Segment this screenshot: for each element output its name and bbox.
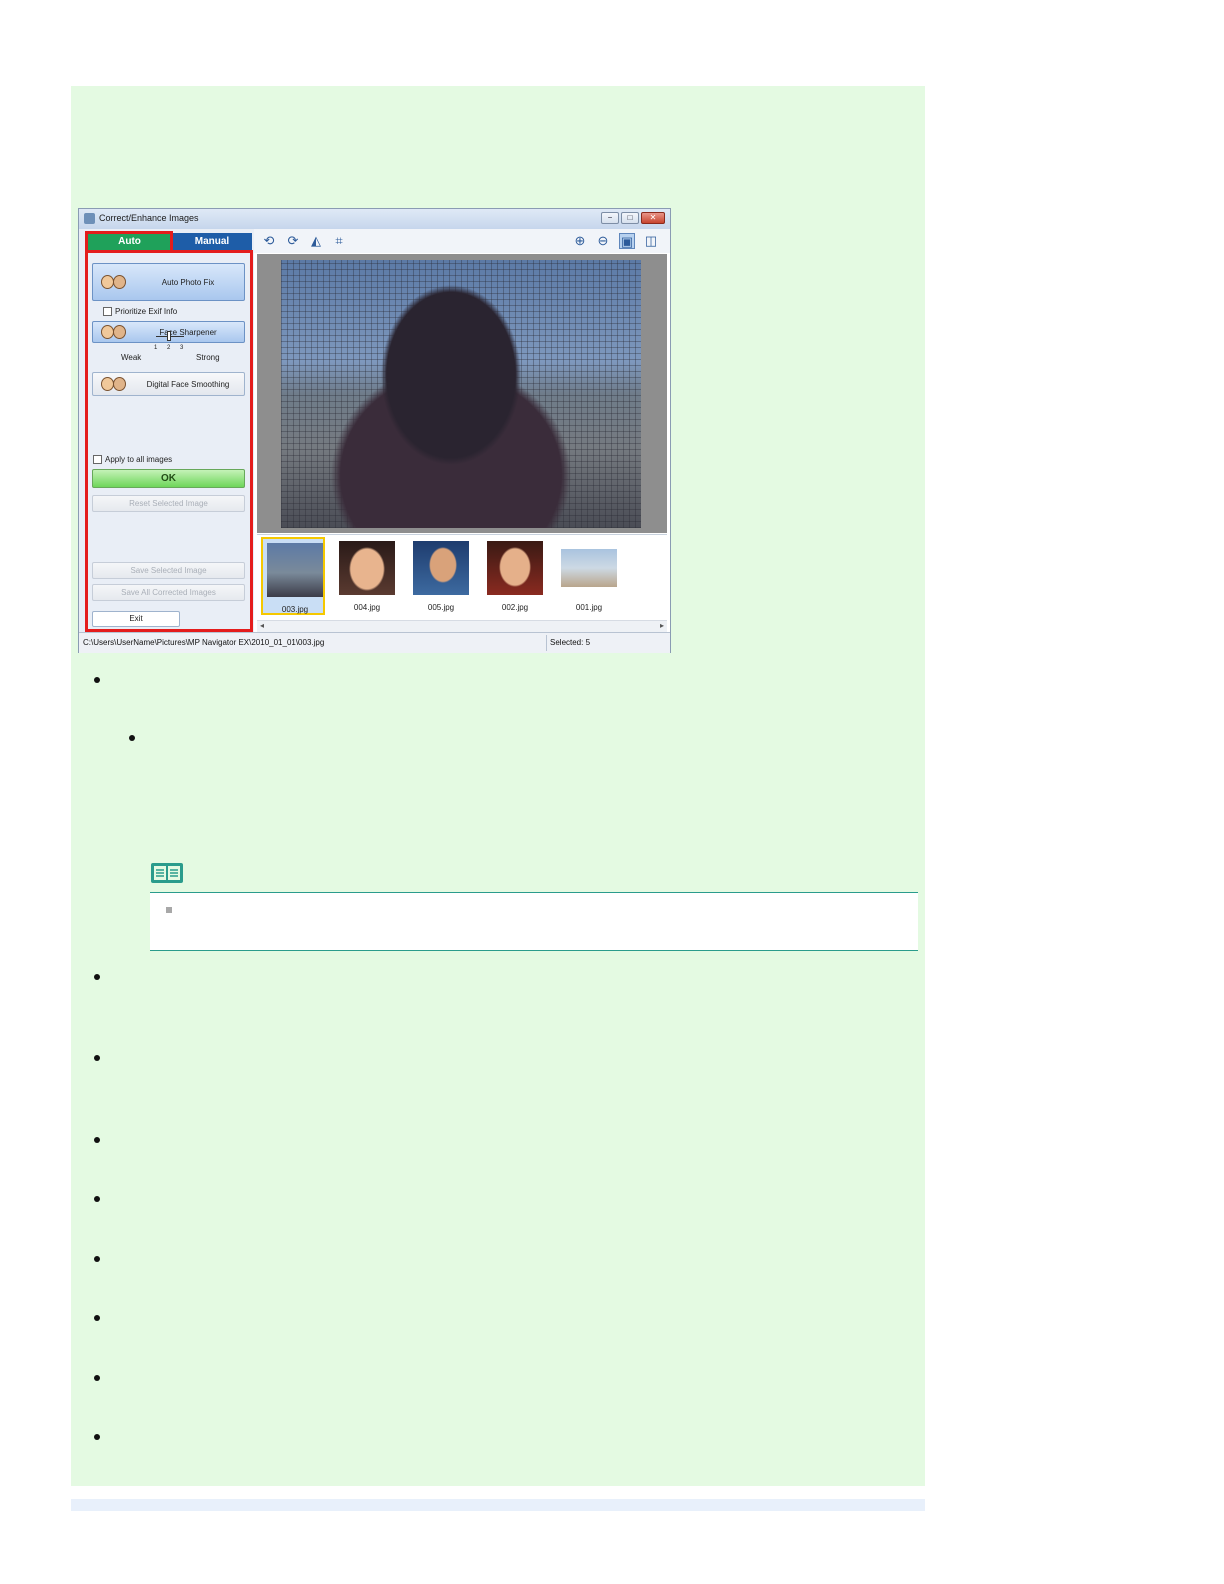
auto-photo-fix-icon <box>99 272 129 292</box>
face-sharpener-label: Face Sharpener <box>159 328 217 337</box>
face-sharpener-icon <box>99 322 129 342</box>
list-bullet <box>94 1137 100 1143</box>
thumbnail-caption: 004.jpg <box>353 603 381 612</box>
highlight-frame-tab <box>85 231 173 250</box>
flip-icon[interactable]: ◭ <box>308 233 324 249</box>
prioritize-exif-checkbox[interactable] <box>103 307 112 316</box>
note-divider-bottom <box>150 950 918 951</box>
list-bullet <box>94 677 100 683</box>
footer-band <box>71 1499 925 1511</box>
correction-panel: Auto Manual Auto Photo Fix Prioritize Ex… <box>79 229 254 632</box>
minimize-button[interactable]: − <box>601 212 619 224</box>
maximize-button[interactable]: □ <box>621 212 639 224</box>
list-bullet <box>94 1315 100 1321</box>
digital-face-smoothing-icon <box>99 374 129 394</box>
auto-photo-fix-button[interactable]: Auto Photo Fix <box>92 263 245 301</box>
slider-weak-label: Weak <box>121 353 142 362</box>
reset-selected-image-button[interactable]: Reset Selected Image <box>92 495 245 512</box>
list-bullet <box>94 974 100 980</box>
rotate-left-icon[interactable]: ⟲ <box>261 233 277 249</box>
apply-all-label: Apply to all images <box>105 455 173 464</box>
strength-slider-thumb[interactable] <box>167 331 171 341</box>
thumbnail-image <box>413 541 469 595</box>
compare-view-icon[interactable]: ◫ <box>643 233 659 249</box>
slider-tick-2: 2 <box>167 345 171 351</box>
preview-image <box>281 260 641 528</box>
list-bullet <box>94 1055 100 1061</box>
thumbnail-caption: 001.jpg <box>575 603 603 612</box>
slider-tick-3: 3 <box>180 345 184 351</box>
close-button[interactable]: ✕ <box>641 212 665 224</box>
whole-image-view-icon[interactable]: ▣ <box>619 233 635 249</box>
thumbnail-item[interactable]: 002.jpg <box>483 537 547 615</box>
ok-button[interactable]: OK <box>92 469 245 488</box>
status-bar: C:\Users\UserName\Pictures\MP Navigator … <box>79 632 670 653</box>
note-list-marker <box>166 907 172 913</box>
list-bullet <box>94 1434 100 1440</box>
note-book-icon <box>151 863 183 883</box>
slider-strong-label: Strong <box>196 353 220 362</box>
slider-tick-1: 1 <box>154 345 158 351</box>
correct-enhance-window: Correct/Enhance Images − □ ✕ Auto Manual… <box>78 208 671 653</box>
thumbnail-caption: 003.jpg <box>281 605 309 614</box>
thumbnail-item[interactable]: 001.jpg <box>557 537 621 615</box>
list-bullet <box>94 1375 100 1381</box>
thumbnail-image <box>487 541 543 595</box>
thumbnail-image <box>561 549 617 587</box>
thumbnail-image <box>267 543 323 597</box>
list-bullet <box>129 735 135 741</box>
digital-face-smoothing-label: Digital Face Smoothing <box>146 380 230 389</box>
note-box <box>150 893 918 950</box>
tab-manual[interactable]: Manual <box>172 233 252 250</box>
preview-area <box>257 254 667 533</box>
thumbnail-image <box>339 541 395 595</box>
status-selected-count: Selected: 5 <box>550 638 591 647</box>
auto-photo-fix-label: Auto Photo Fix <box>161 278 215 287</box>
app-icon <box>84 213 95 224</box>
thumbnail-caption: 002.jpg <box>501 603 529 612</box>
save-selected-image-button[interactable]: Save Selected Image <box>92 562 245 579</box>
prioritize-exif-label: Prioritize Exif Info <box>115 307 178 316</box>
window-title: Correct/Enhance Images <box>99 213 199 223</box>
thumbnail-item[interactable]: 005.jpg <box>409 537 473 615</box>
scroll-right-icon[interactable]: ▸ <box>660 621 664 630</box>
zoom-in-icon[interactable]: ⊕ <box>572 233 588 249</box>
save-all-corrected-images-button[interactable]: Save All Corrected Images <box>92 584 245 601</box>
rotate-right-icon[interactable]: ⟳ <box>285 233 301 249</box>
list-bullet <box>94 1256 100 1262</box>
thumbnail-scrollbar[interactable]: ◂ ▸ <box>257 620 667 632</box>
exit-button[interactable]: Exit <box>92 611 180 627</box>
title-bar: Correct/Enhance Images − □ ✕ <box>79 209 670 229</box>
status-path: C:\Users\UserName\Pictures\MP Navigator … <box>83 638 325 647</box>
apply-all-checkbox[interactable] <box>93 455 102 464</box>
thumbnail-item[interactable]: 004.jpg <box>335 537 399 615</box>
image-toolbar: ⟲ ⟳ ◭ ⌗ ⊕ ⊖ ▣ ◫ <box>254 229 670 253</box>
thumbnail-caption: 005.jpg <box>427 603 455 612</box>
thumbnail-item[interactable]: 003.jpg <box>261 537 325 615</box>
zoom-out-icon[interactable]: ⊖ <box>595 233 611 249</box>
digital-face-smoothing-button[interactable]: Digital Face Smoothing <box>92 372 245 396</box>
scroll-left-icon[interactable]: ◂ <box>260 621 264 630</box>
list-bullet <box>94 1196 100 1202</box>
crop-icon[interactable]: ⌗ <box>331 233 347 249</box>
status-separator <box>546 635 547 651</box>
thumbnail-strip: 003.jpg 004.jpg 005.jpg 002.jpg 001.jpg <box>257 534 667 620</box>
